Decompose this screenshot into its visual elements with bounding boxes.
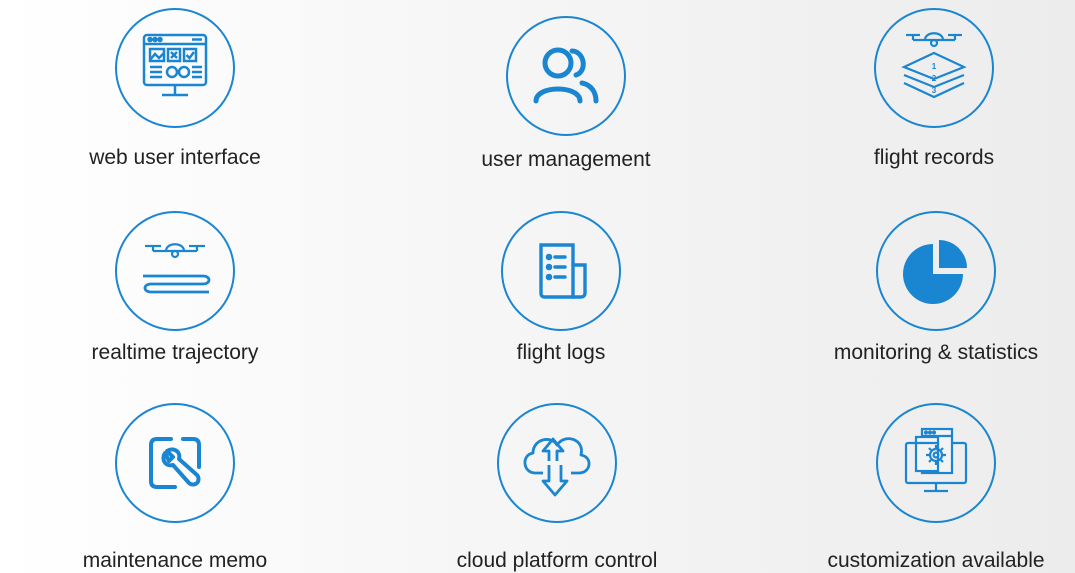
feature-label: flight logs — [516, 341, 606, 364]
feature-label: cloud platform control — [456, 549, 658, 572]
monitor-gear-icon — [876, 403, 996, 523]
feature-label: customization available — [827, 549, 1045, 572]
document-list-icon — [501, 211, 621, 331]
feature-label: maintenance memo — [82, 549, 268, 572]
drone-layers-icon: 1 2 3 — [874, 8, 994, 128]
feature-label: realtime trajectory — [91, 341, 259, 364]
pie-chart-icon — [876, 211, 996, 331]
feature-label: user management — [481, 148, 651, 171]
layer-number: 1 — [932, 62, 937, 71]
drone-trajectory-icon — [115, 211, 235, 331]
wrench-icon — [115, 403, 235, 523]
feature-label: web user interface — [89, 146, 261, 169]
users-icon — [506, 16, 626, 136]
feature-label: monitoring & statistics — [833, 341, 1039, 364]
layer-number: 2 — [932, 74, 937, 83]
layer-number: 3 — [932, 86, 937, 95]
web-ui-monitor-icon — [115, 8, 235, 128]
cloud-sync-icon — [497, 403, 617, 523]
feature-label: flight records — [873, 146, 995, 169]
